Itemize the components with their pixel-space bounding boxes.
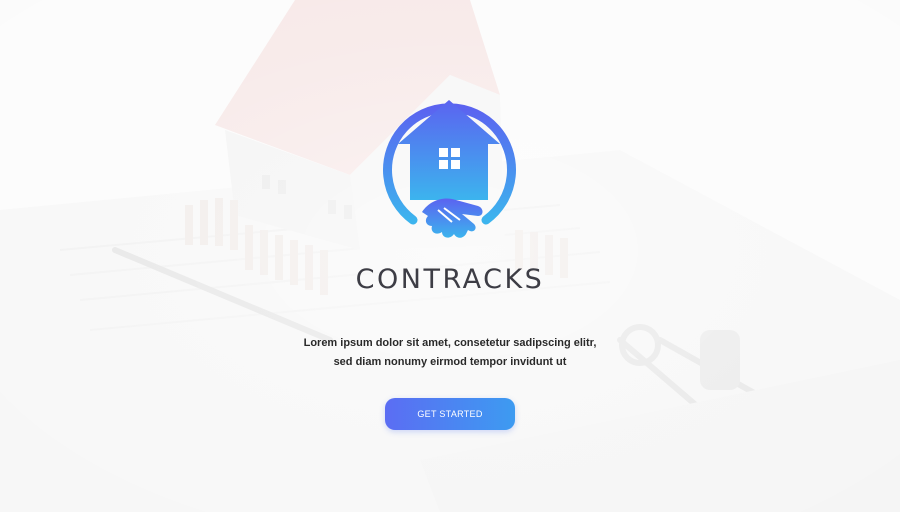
get-started-button[interactable]: GET STARTED <box>385 398 515 430</box>
house-handshake-icon <box>383 100 516 238</box>
welcome-screen: CONTRACKS Lorem ipsum dolor sit amet, co… <box>0 0 900 512</box>
tagline-line-2: sed diam nonumy eirmod tempor invidunt u… <box>333 356 567 368</box>
brand-name: CONTRACKS <box>355 264 545 295</box>
tagline: Lorem ipsum dolor sit amet, consetetur s… <box>250 334 650 372</box>
tagline-line-1: Lorem ipsum dolor sit amet, consetetur s… <box>303 337 597 349</box>
